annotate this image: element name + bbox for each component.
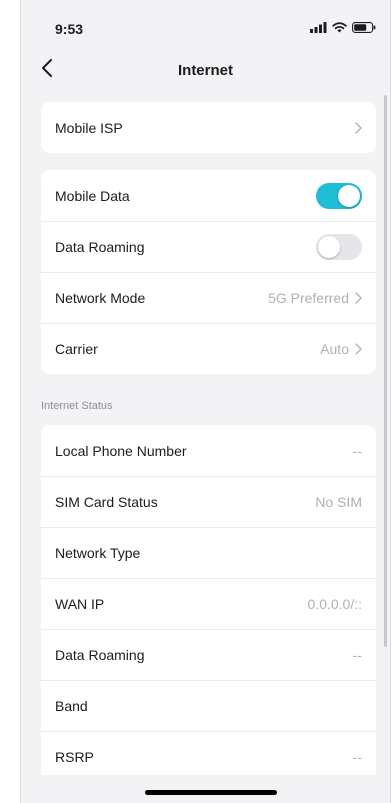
rsrp-value: -- [352, 749, 362, 765]
wifi-icon [332, 22, 347, 33]
rsrp-label: RSRP [55, 749, 94, 765]
status-bar: 9:53 [21, 0, 390, 48]
local-phone-number-value: -- [352, 442, 362, 459]
status-row: SIM Card Status No SIM [41, 476, 376, 527]
internet-status-header: Internet Status [41, 400, 113, 412]
mobile-data-label: Mobile Data [55, 187, 130, 204]
wan-ip-value: 0.0.0.0/:: [307, 596, 362, 612]
mobile-data-toggle[interactable] [316, 182, 362, 209]
mobile-data-card: Mobile Data Data Roaming Network Mode 5G… [41, 170, 376, 374]
signal-icon [310, 22, 327, 33]
data-roaming-toggle[interactable] [316, 234, 362, 260]
navigation-bar: Internet [21, 52, 390, 88]
band-label: Band [55, 698, 88, 714]
status-icons [310, 22, 376, 33]
carrier-label: Carrier [55, 341, 98, 357]
data-roaming-label: Data Roaming [55, 239, 145, 255]
chevron-right-icon [355, 292, 362, 304]
carrier-value: Auto [320, 341, 349, 357]
chevron-right-icon [355, 343, 362, 355]
local-phone-number-label: Local Phone Number [55, 442, 187, 459]
status-row: Network Type [41, 527, 376, 578]
isp-card: Mobile ISP [41, 102, 376, 153]
status-time: 9:53 [55, 21, 84, 37]
status-row: Band [41, 680, 376, 731]
network-type-label: Network Type [55, 545, 141, 561]
status-row: WAN IP 0.0.0.0/:: [41, 578, 376, 629]
internet-status-card: Local Phone Number -- SIM Card Status No… [41, 425, 376, 775]
mobile-data-row: Mobile Data [41, 170, 376, 221]
data-roaming-row: Data Roaming [41, 221, 376, 272]
network-mode-label: Network Mode [55, 290, 146, 306]
toggle-knob [318, 236, 340, 258]
wan-ip-label: WAN IP [55, 596, 105, 612]
network-mode-row[interactable]: Network Mode 5G Preferred [41, 272, 376, 323]
carrier-row[interactable]: Carrier Auto [41, 323, 376, 374]
sim-card-status-value: No SIM [315, 494, 362, 510]
scrollbar[interactable] [384, 95, 387, 647]
data-roaming-status-value: -- [352, 647, 362, 663]
data-roaming-status-label: Data Roaming [55, 647, 145, 663]
status-row: Local Phone Number -- [41, 425, 376, 476]
chevron-right-icon [355, 121, 362, 134]
phone-screen: 9:53 Internet Mobile ISP Mobile Data Dat… [20, 0, 391, 803]
status-row: RSRP -- [41, 731, 376, 775]
mobile-isp-label: Mobile ISP [55, 119, 123, 136]
network-mode-value: 5G Preferred [268, 290, 349, 306]
toggle-knob [338, 184, 360, 207]
battery-icon [352, 22, 376, 33]
sim-card-status-label: SIM Card Status [55, 494, 158, 510]
mobile-isp-row[interactable]: Mobile ISP [41, 102, 376, 153]
page-title: Internet [177, 62, 233, 79]
home-indicator[interactable] [145, 790, 277, 795]
status-row: Data Roaming -- [41, 629, 376, 680]
